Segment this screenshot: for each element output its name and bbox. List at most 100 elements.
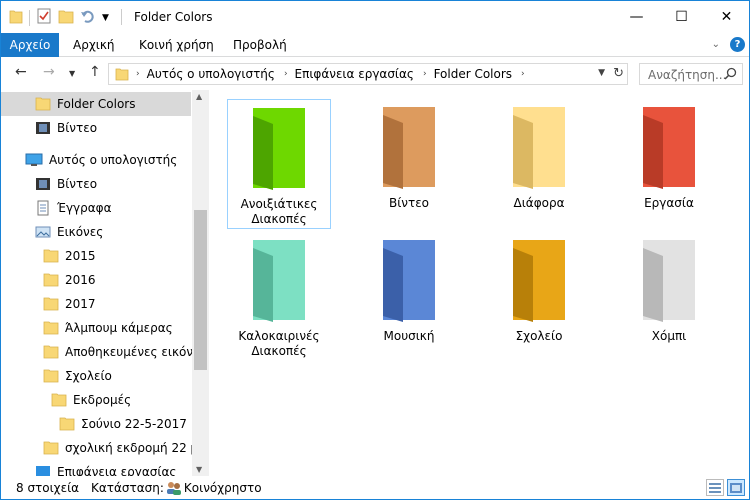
folder-icon <box>43 321 59 335</box>
search-placeholder: Αναζήτηση... <box>648 68 727 82</box>
undo-icon[interactable] <box>80 8 96 27</box>
folder-tile-music[interactable]: Μουσική <box>357 232 461 362</box>
toolbar-separator <box>29 9 30 26</box>
folder-label: Ανοιξιάτικες Διακοπές <box>240 197 318 226</box>
folder-tile-misc[interactable]: Διάφορα <box>487 99 591 229</box>
sidebar-item-sounio[interactable]: Σούνιο 22-5-2017 <box>1 412 187 436</box>
sidebar-item-documents[interactable]: Έγγραφα <box>1 196 112 220</box>
properties-icon[interactable] <box>36 8 52 27</box>
refresh-icon[interactable]: ↻ <box>613 66 624 81</box>
folder-icon <box>51 393 67 407</box>
scrollbar-thumb[interactable] <box>194 210 207 370</box>
explorer-window: ▼ Folder Colors — ☐ ✕ Αρχείο Αρχική Κοιν… <box>0 0 750 500</box>
ribbon-tabs: Αρχείο Αρχική Κοινή χρήση Προβολή ⌄ ? <box>1 33 749 57</box>
sidebar-item-videos[interactable]: Βίντεο <box>1 116 97 140</box>
sidebar-item-label: Άλμπουμ κάμερας <box>65 321 173 335</box>
sidebar-item-2016[interactable]: 2016 <box>1 268 96 292</box>
folder-icon <box>59 417 75 431</box>
sidebar-item-school[interactable]: Σχολείο <box>1 364 112 388</box>
content-area: Ανοιξιάτικες Διακοπές Βίντεο Διάφορα Εργασί… <box>211 90 749 476</box>
folder-label: Μουσική <box>383 329 435 343</box>
status-label: Κατάσταση: <box>91 481 164 495</box>
folder-icon <box>239 238 319 325</box>
address-dropdown-icon[interactable]: ▼ <box>598 68 605 78</box>
chevron-right-icon[interactable]: › <box>136 69 140 79</box>
document-icon <box>35 200 51 216</box>
sidebar-item-label: Αυτός ο υπολογιστής <box>49 153 178 167</box>
tab-view[interactable]: Προβολή <box>233 33 287 57</box>
folder-icon <box>629 238 709 325</box>
address-row: ← → ▼ ↑ › Αυτός ο υπολογιστής › Επιφάνει… <box>1 58 749 90</box>
folder-tile-work[interactable]: Εργασία <box>617 99 721 229</box>
sidebar-item-2015[interactable]: 2015 <box>1 244 96 268</box>
folder-label: Εργασία <box>644 196 694 210</box>
desktop-icon <box>35 465 51 476</box>
folder-tile-videos[interactable]: Βίντεο <box>357 99 461 229</box>
new-folder-icon[interactable] <box>58 8 74 27</box>
tab-file[interactable]: Αρχείο <box>1 33 59 57</box>
chevron-right-icon[interactable]: › <box>423 69 427 79</box>
scroll-down-icon[interactable]: ▼ <box>196 465 202 474</box>
details-view-button[interactable] <box>706 479 724 496</box>
sidebar-item-this-pc[interactable]: Αυτός ο υπολογιστής <box>1 148 177 172</box>
expand-ribbon-icon[interactable]: ⌄ <box>712 39 720 50</box>
sidebar-item-school-trip[interactable]: σχολική εκδρομή 22 μαΐ <box>1 436 192 460</box>
folder-icon <box>43 249 59 263</box>
tab-home[interactable]: Αρχική <box>73 33 115 57</box>
forward-icon[interactable]: → <box>43 64 55 80</box>
pictures-icon <box>35 225 51 239</box>
sidebar-item-pictures[interactable]: Εικόνες <box>1 220 103 244</box>
video-icon <box>35 121 51 135</box>
folder-icon <box>43 369 59 383</box>
sidebar-item-camera-roll[interactable]: Άλμπουμ κάμερας <box>1 316 173 340</box>
chevron-right-icon[interactable]: › <box>284 69 288 79</box>
scroll-up-icon[interactable]: ▲ <box>196 92 202 101</box>
close-button[interactable]: ✕ <box>704 1 749 32</box>
sidebar-item-label: Εκδρομές <box>73 393 132 407</box>
folder-icon <box>239 106 319 193</box>
breadcrumb-desktop[interactable]: Επιφάνεια εργασίας <box>295 67 414 81</box>
share-status: Κατάσταση: Κοινόχρηστο <box>91 481 262 495</box>
sidebar-item-label: Folder Colors <box>57 97 136 111</box>
sidebar-item-label: Βίντεο <box>57 121 98 135</box>
sidebar-item-videos-2[interactable]: Βίντεο <box>1 172 97 196</box>
navigation-pane: Folder Colors Βίντεο Αυτός ο υπολογιστής… <box>1 90 209 476</box>
chevron-right-icon[interactable]: › <box>521 69 525 79</box>
address-bar[interactable]: › Αυτός ο υπολογιστής › Επιφάνεια εργασί… <box>108 63 628 85</box>
search-input[interactable]: Αναζήτηση... <box>639 63 743 85</box>
sidebar-item-label: σχολική εκδρομή 22 μαΐ <box>65 441 192 455</box>
sidebar-item-label: 2015 <box>65 249 96 263</box>
recent-locations-icon[interactable]: ▼ <box>69 69 75 78</box>
customize-toolbar-icon[interactable]: ▼ <box>102 13 109 23</box>
folder-tile-hobby[interactable]: Χόμπι <box>617 232 721 362</box>
navigation-scrollbar[interactable]: ▲ ▼ <box>192 90 209 476</box>
breadcrumb-folder-colors[interactable]: Folder Colors <box>434 67 512 81</box>
folder-icon <box>499 238 579 325</box>
back-icon[interactable]: ← <box>15 64 27 80</box>
folder-icon <box>369 238 449 325</box>
folder-icon <box>43 441 59 455</box>
sidebar-item-2017[interactable]: 2017 <box>1 292 96 316</box>
maximize-button[interactable]: ☐ <box>659 1 704 32</box>
minimize-button[interactable]: — <box>614 1 659 32</box>
folder-icon <box>115 67 129 81</box>
folder-label: Βίντεο <box>388 196 430 210</box>
large-icons-view-button[interactable] <box>727 479 745 496</box>
breadcrumb-this-pc[interactable]: Αυτός ο υπολογιστής <box>147 67 275 81</box>
sidebar-item-saved-pictures[interactable]: Αποθηκευμένες εικόνες <box>1 340 207 364</box>
sidebar-item-desktop[interactable]: Επιφάνεια εργασίας <box>1 460 192 476</box>
quick-access-toolbar: ▼ <box>9 8 109 27</box>
tab-share[interactable]: Κοινή χρήση <box>139 33 214 57</box>
sidebar-item-label: Εικόνες <box>57 225 104 239</box>
sidebar-item-folder-colors[interactable]: Folder Colors <box>1 92 191 116</box>
folder-icon <box>369 105 449 192</box>
sidebar-item-label: Σούνιο 22-5-2017 <box>81 417 187 431</box>
folder-tile-spring-holidays[interactable]: Ανοιξιάτικες Διακοπές <box>227 99 331 229</box>
search-icon <box>724 67 737 83</box>
help-icon[interactable]: ? <box>730 37 745 52</box>
up-icon[interactable]: ↑ <box>89 64 101 80</box>
folder-tile-summer-holidays[interactable]: Καλοκαιρινές Διακοπές <box>227 232 331 362</box>
folder-tile-school[interactable]: Σχολείο <box>487 232 591 362</box>
folder-icon <box>43 345 59 359</box>
sidebar-item-excursions[interactable]: Εκδρομές <box>1 388 131 412</box>
